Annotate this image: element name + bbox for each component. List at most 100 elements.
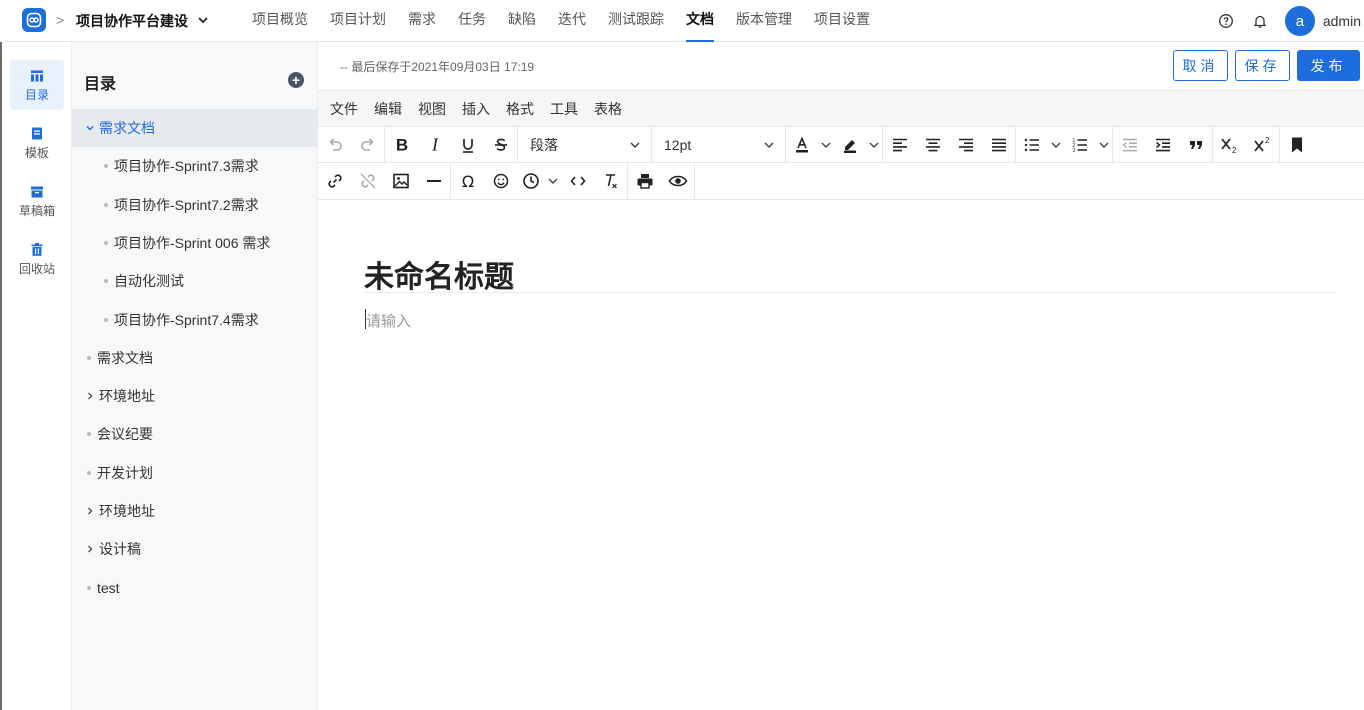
chevron-down-icon[interactable] [1096, 127, 1112, 163]
horizontal-rule-icon[interactable] [417, 163, 450, 199]
tree-item[interactable]: 自动化测试 [72, 262, 318, 300]
rail-item-catalog[interactable]: 目录 [10, 60, 64, 110]
superscript-icon[interactable]: 2 [1246, 127, 1279, 163]
tree-item[interactable]: 项目协作-Sprint7.4需求 [72, 301, 318, 339]
font-size-select[interactable]: 12pt [652, 127, 785, 163]
tree-item[interactable]: 开发计划 [72, 454, 318, 492]
tree-item[interactable]: 需求文档 [72, 339, 318, 377]
nav-settings[interactable]: 项目设置 [803, 0, 881, 42]
bold-icon[interactable]: B [385, 127, 418, 163]
avatar[interactable]: a [1284, 6, 1315, 36]
rail-item-template[interactable]: 模板 [10, 118, 64, 168]
document-body-placeholder[interactable]: 请输入 [366, 310, 411, 331]
italic-icon[interactable]: I [418, 127, 451, 163]
bullet-dot-icon [87, 470, 91, 475]
chevron-down-icon[interactable] [85, 123, 95, 133]
app-logo-icon[interactable] [22, 8, 46, 32]
redo-icon[interactable] [351, 127, 384, 163]
align-center-icon[interactable] [916, 127, 949, 163]
tree-item-label: 项目协作-Sprint7.2需求 [114, 196, 259, 213]
help-icon[interactable] [1209, 4, 1243, 38]
block-format-value: 段落 [530, 136, 558, 153]
tree-item-label: 环境地址 [99, 503, 155, 519]
menu-item[interactable]: 编辑 [374, 99, 402, 119]
nav-requirements[interactable]: 需求 [397, 0, 447, 42]
main-nav: 项目概览 项目计划 需求 任务 缺陷 迭代 测试跟踪 文档 版本管理 项目设置 [241, 0, 881, 42]
nav-overview[interactable]: 项目概览 [241, 0, 319, 42]
text-color-icon[interactable] [786, 127, 818, 163]
tree-item[interactable]: test [72, 569, 318, 607]
nav-defects[interactable]: 缺陷 [497, 0, 547, 42]
code-icon[interactable] [561, 163, 594, 199]
tree-item[interactable]: 环境地址 [72, 377, 318, 415]
indent-icon[interactable] [1146, 127, 1179, 163]
tree-item[interactable]: 设计稿 [72, 530, 318, 568]
special-character-icon[interactable]: Ω [451, 163, 484, 199]
tree-item[interactable]: 项目协作-Sprint7.2需求 [72, 186, 318, 224]
clear-formatting-icon[interactable] [594, 163, 627, 199]
link-icon[interactable] [318, 163, 351, 199]
nav-plan[interactable]: 项目计划 [319, 0, 397, 42]
nav-docs[interactable]: 文档 [675, 0, 725, 42]
numbered-list-icon[interactable]: 123 [1064, 127, 1096, 163]
chevron-down-icon[interactable] [1048, 127, 1064, 163]
tree-item[interactable]: 需求文档 [72, 109, 318, 147]
bullet-dot-icon [87, 355, 91, 360]
chevron-down-icon[interactable] [866, 127, 882, 163]
nav-test-tracking[interactable]: 测试跟踪 [597, 0, 675, 42]
nav-tasks[interactable]: 任务 [447, 0, 497, 42]
project-name[interactable]: 项目协作平台建设 [76, 11, 188, 31]
align-justify-icon[interactable] [982, 127, 1015, 163]
rail-item-drafts[interactable]: 草稿箱 [10, 176, 64, 226]
underline-icon[interactable] [451, 127, 484, 163]
chevron-right-icon[interactable] [85, 391, 95, 401]
menu-item[interactable]: 工具 [550, 99, 578, 119]
chevron-right-icon[interactable] [85, 544, 95, 554]
chevron-down-icon[interactable] [196, 11, 210, 29]
tree-item[interactable]: 项目协作-Sprint7.3需求 [72, 147, 318, 185]
menu-item[interactable]: 插入 [462, 99, 490, 119]
editor-menubar: 文件 编辑 视图 插入 格式 工具 表格 [318, 90, 1364, 126]
strikethrough-icon[interactable] [484, 127, 517, 163]
bullet-list-icon[interactable] [1016, 127, 1048, 163]
blockquote-icon[interactable] [1179, 127, 1212, 163]
block-format-select[interactable]: 段落 [518, 127, 651, 163]
subscript-icon[interactable]: 2 [1213, 127, 1246, 163]
add-icon[interactable]: + [288, 72, 304, 88]
align-left-icon[interactable] [883, 127, 916, 163]
document-title[interactable]: 未命名标题 [364, 252, 514, 296]
tree-item[interactable]: 项目协作-Sprint 006 需求 [72, 224, 318, 262]
nav-versions[interactable]: 版本管理 [725, 0, 803, 42]
outdent-icon[interactable] [1113, 127, 1146, 163]
svg-text:2: 2 [1232, 146, 1237, 154]
image-icon[interactable] [384, 163, 417, 199]
menu-item[interactable]: 文件 [330, 99, 358, 119]
rail-item-label: 模板 [24, 145, 49, 160]
bookmark-icon[interactable] [1280, 127, 1313, 163]
nav-iterations[interactable]: 迭代 [547, 0, 597, 42]
tree-item-label: 环境地址 [99, 388, 155, 405]
clock-icon[interactable] [517, 163, 545, 199]
drafts-icon [30, 184, 44, 200]
print-icon[interactable] [628, 163, 661, 199]
tree-item[interactable]: 会议纪要 [72, 415, 318, 453]
rail-item-trash[interactable]: 回收站 [10, 234, 64, 284]
highlight-color-icon[interactable] [834, 127, 866, 163]
menu-item[interactable]: 格式 [506, 99, 534, 119]
menu-item[interactable]: 视图 [418, 99, 446, 119]
preview-eye-icon[interactable] [661, 163, 694, 199]
chevron-down-icon[interactable] [545, 163, 561, 199]
save-button[interactable]: 保存 [1235, 50, 1290, 81]
unlink-icon[interactable] [351, 163, 384, 199]
bell-icon[interactable] [1243, 4, 1277, 38]
menu-item[interactable]: 表格 [594, 99, 622, 119]
undo-icon[interactable] [318, 127, 351, 163]
cancel-button[interactable]: 取消 [1173, 50, 1228, 81]
tree-item[interactable]: 环境地址 [72, 492, 318, 530]
align-right-icon[interactable] [949, 127, 982, 163]
publish-button[interactable]: 发布 [1297, 50, 1360, 81]
chevron-down-icon[interactable] [818, 127, 834, 163]
chevron-right-icon[interactable] [85, 506, 95, 516]
username[interactable]: admin [1323, 13, 1361, 29]
emoji-icon[interactable] [484, 163, 517, 199]
